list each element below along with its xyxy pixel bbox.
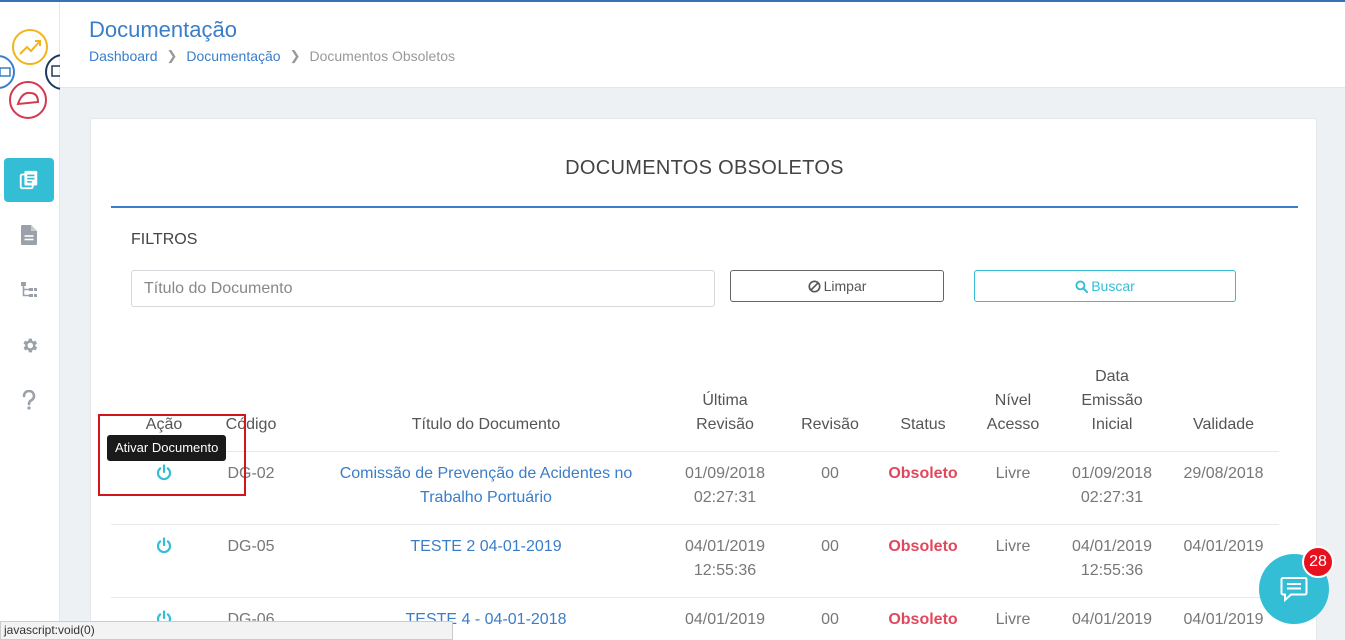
status-badge: Obsoleto (888, 611, 958, 628)
breadcrumb-documentacao[interactable]: Documentação (186, 48, 280, 64)
title-search-input[interactable] (131, 270, 715, 307)
clear-button-label: Limpar (823, 278, 867, 294)
top-accent-line (0, 0, 1345, 2)
sidebar (0, 0, 60, 640)
cell-nivel-acesso: Livre (995, 611, 1031, 628)
notification-badge: 28 (1302, 546, 1334, 578)
header-validade: Validade (1192, 416, 1255, 433)
ban-icon (808, 279, 821, 293)
card-title: DOCUMENTOS OBSOLETOS (565, 157, 844, 179)
status-badge: Obsoleto (888, 538, 958, 555)
app-logo (0, 20, 60, 130)
hierarchy-icon (21, 282, 37, 297)
cell-ultima-revisao: 04/01/2019 (684, 611, 766, 628)
cell-codigo: DG-05 (227, 538, 275, 555)
nav-hierarchy[interactable] (4, 268, 54, 312)
cell-revisao: 00 (821, 465, 839, 482)
nav-file[interactable] (4, 213, 54, 257)
content-card: DOCUMENTOS OBSOLETOS FILTROS Limpar Busc… (90, 118, 1317, 640)
chevron-right-icon: ❯ (289, 48, 301, 63)
power-icon[interactable] (154, 536, 174, 556)
table-row: DG-02 Comissão de Prevenção de Acidentes… (111, 452, 1279, 525)
cell-revisao: 00 (821, 538, 839, 555)
table-row: DG-05 TESTE 2 04-01-2019 04/01/2019 12:5… (111, 525, 1279, 598)
browser-status-bar: javascript:void(0) (0, 621, 453, 640)
document-title-link[interactable]: TESTE 2 04-01-2019 (301, 535, 671, 559)
cell-ultima-revisao: 01/09/2018 02:27:31 (684, 465, 766, 506)
document-title-link[interactable]: Comissão de Prevenção de Acidentes no Tr… (301, 462, 671, 510)
header-ultima-revisao: Última Revisão (696, 392, 754, 433)
header-titulo: Título do Documento (411, 416, 561, 433)
nav-documents[interactable] (4, 158, 54, 202)
title-divider (111, 206, 1298, 208)
cell-nivel-acesso: Livre (995, 538, 1031, 555)
status-badge: Obsoleto (888, 465, 958, 482)
file-icon (21, 225, 37, 245)
nav-settings[interactable] (4, 323, 54, 367)
breadcrumb-dashboard[interactable]: Dashboard (89, 48, 158, 64)
breadcrumb: Dashboard ❯ Documentação ❯ Documentos Ob… (89, 48, 455, 64)
cell-validade: 04/01/2019 (1183, 538, 1264, 555)
cell-ultima-revisao: 04/01/2019 12:55:36 (684, 538, 766, 579)
page-header: Documentação Dashboard ❯ Documentação ❯ … (60, 2, 1345, 88)
cell-validade: 04/01/2019 (1183, 611, 1264, 628)
filters-label: FILTROS (131, 231, 198, 248)
header-nivel-acesso: Nível Acesso (986, 392, 1040, 433)
chat-icon (1280, 577, 1308, 602)
clear-button[interactable]: Limpar (730, 270, 944, 302)
search-icon (1075, 279, 1089, 293)
cell-data-emissao: 04/01/2019 12:55:36 (1071, 538, 1153, 579)
nav-help[interactable] (4, 378, 54, 422)
header-status: Status (900, 416, 946, 433)
gear-icon (22, 338, 37, 352)
cell-validade: 29/08/2018 (1183, 465, 1264, 482)
tooltip: Ativar Documento (107, 435, 227, 461)
table-header: Ação Código Título do Documento Última R… (111, 366, 1279, 452)
header-data-emissao: Data Emissão Inicial (1081, 368, 1143, 433)
page-title: Documentação (89, 17, 237, 42)
cell-nivel-acesso: Livre (995, 465, 1031, 482)
documents-icon (19, 170, 38, 190)
cell-data-emissao: 04/01/2019 (1071, 611, 1153, 628)
cell-data-emissao: 01/09/2018 02:27:31 (1071, 465, 1153, 506)
search-button-label: Buscar (1091, 278, 1135, 294)
cell-revisao: 00 (821, 611, 839, 628)
help-icon (22, 390, 36, 410)
chevron-right-icon: ❯ (166, 48, 178, 63)
search-button[interactable]: Buscar (974, 270, 1236, 302)
header-revisao: Revisão (801, 416, 859, 433)
breadcrumb-current: Documentos Obsoletos (309, 48, 456, 64)
